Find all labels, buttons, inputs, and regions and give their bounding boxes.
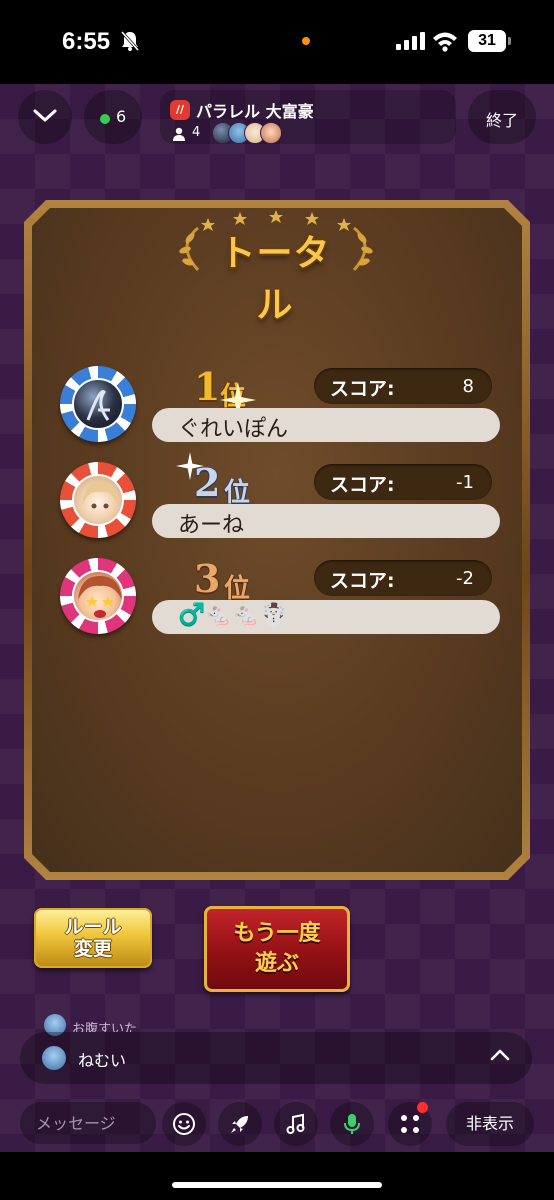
grid-icon (401, 1115, 419, 1133)
online-count: 6 (116, 107, 127, 126)
bottom-toolbar: 非表示 (0, 1096, 554, 1152)
chevron-down-icon (33, 109, 57, 122)
results-board: トータル 1 位 スコア: 8 ぐれいぽん 2 位 スコア: -1 あーね 3 … (24, 200, 530, 880)
home-area (0, 1152, 554, 1200)
recording-indicator (302, 37, 310, 45)
chat-message-prev: お腹すいた (72, 1022, 138, 1032)
mic-button[interactable] (330, 1102, 374, 1146)
player-name-bar: あーね (152, 504, 500, 538)
player-name: ♂️🐁🐁☃️ (178, 603, 288, 628)
music-button[interactable] (274, 1102, 318, 1146)
games-button[interactable] (388, 1102, 432, 1146)
app-logo-icon: // (170, 100, 190, 120)
score-pill: スコア: 8 (314, 368, 492, 404)
status-bar: 6:55 31 (0, 0, 554, 84)
rank-number: 2 (194, 460, 221, 505)
score-pill: スコア: -1 (314, 464, 492, 500)
music-icon (286, 1113, 305, 1134)
avatar (72, 474, 124, 526)
rank-row-2: 2 位 スコア: -1 あーね (24, 452, 530, 550)
player-chip (60, 462, 136, 538)
chat-avatar (42, 1046, 66, 1070)
rocket-button[interactable] (218, 1102, 262, 1146)
wifi-icon (433, 32, 457, 52)
player-name-bar: ぐれいぽん (152, 408, 500, 442)
chat-message: ねむい (78, 1051, 127, 1070)
player-chip (60, 366, 136, 442)
score-label: スコア: (330, 570, 395, 592)
score-label: スコア: (330, 474, 395, 496)
avatar (260, 122, 282, 144)
change-rules-label-2: 変更 (73, 938, 112, 960)
rank-number: 3 (194, 556, 221, 601)
hide-button[interactable]: 非表示 (446, 1102, 534, 1146)
member-count: 4 (192, 125, 201, 140)
score-value: 8 (462, 376, 474, 397)
home-indicator[interactable] (172, 1182, 382, 1188)
play-again-button[interactable]: もう一度 遊ぶ (204, 906, 350, 992)
collapse-button[interactable] (18, 90, 72, 144)
chevron-up-icon[interactable] (490, 1048, 510, 1062)
status-time: 6:55 (62, 28, 111, 55)
end-button-label: 終了 (485, 111, 518, 130)
board-title: トータル (219, 233, 331, 326)
rocket-icon (231, 1116, 248, 1133)
player-name-bar: ♂️🐁🐁☃️ (152, 600, 500, 634)
end-button[interactable]: 終了 (468, 90, 536, 144)
player-name: あーね (178, 513, 245, 538)
game-screen: 6 // パラレル 大富豪 4 終了 トータル 1 位 スコア: 8 ぐれいぽん… (0, 84, 554, 1152)
signal-icon (396, 32, 425, 50)
score-value: -1 (456, 472, 474, 493)
emoji-icon (173, 1113, 195, 1135)
avatar (72, 378, 124, 430)
mic-icon (344, 1114, 360, 1134)
room-name: パラレル 大富豪 (196, 102, 314, 121)
rank-row-1: 1 位 スコア: 8 ぐれいぽん (24, 364, 530, 454)
battery-indicator: 31 (468, 30, 511, 52)
score-label: スコア: (330, 378, 395, 400)
player-chip (60, 558, 136, 634)
player-name: ぐれいぽん (178, 417, 289, 442)
room-info[interactable]: // パラレル 大富豪 4 (160, 90, 456, 144)
message-input[interactable] (20, 1102, 156, 1144)
online-dot (100, 114, 110, 124)
change-rules-button[interactable]: ルール 変更 (34, 908, 152, 968)
person-icon (173, 127, 185, 141)
rank-row-3: 3 位 スコア: -2 ♂️🐁🐁☃️ (24, 556, 530, 646)
change-rules-label-1: ルール (64, 916, 122, 938)
score-value: -2 (456, 568, 474, 589)
notification-badge (417, 1102, 428, 1113)
bell-slash-icon (120, 31, 140, 51)
score-pill: スコア: -2 (314, 560, 492, 596)
avatar (72, 570, 124, 622)
play-again-label-2: 遊ぶ (254, 951, 299, 976)
emoji-button[interactable] (162, 1102, 206, 1146)
online-count-pill[interactable]: 6 (84, 90, 142, 144)
chat-panel[interactable]: ねむい (20, 1032, 532, 1084)
rank-number: 1 (194, 364, 221, 409)
play-again-label-1: もう一度 (233, 921, 321, 946)
